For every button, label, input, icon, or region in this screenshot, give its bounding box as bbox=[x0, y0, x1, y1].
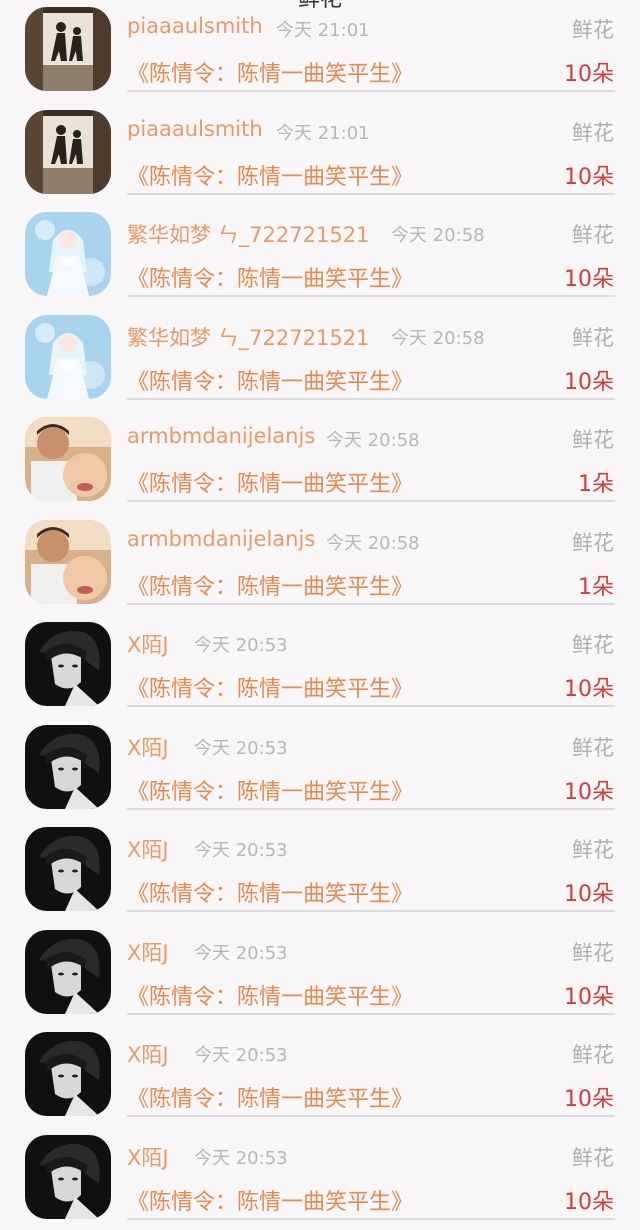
timestamp: 今天 21:01 bbox=[276, 119, 370, 145]
flower-count: 10朵 bbox=[564, 1081, 614, 1113]
divider bbox=[127, 295, 615, 297]
divider bbox=[127, 603, 615, 605]
list-item[interactable]: X陌J 今天 20:53 鲜花 《陈情令：陈情一曲笑平生》 10朵 bbox=[0, 1128, 640, 1230]
divider bbox=[127, 1115, 615, 1117]
gift-type-label: 鲜花 bbox=[572, 834, 614, 864]
list-item[interactable]: piaaaulsmith 今天 21:01 鲜花 《陈情令：陈情一曲笑平生》 1… bbox=[0, 103, 640, 206]
list-item[interactable]: 繁华如梦 ㄣ_722721521 今天 20:58 鲜花 《陈情令：陈情一曲笑平… bbox=[0, 205, 640, 308]
timestamp: 今天 20:53 bbox=[194, 631, 288, 657]
timestamp: 今天 20:53 bbox=[194, 836, 288, 862]
user-name[interactable]: 繁华如梦 ㄣ_722721521 bbox=[127, 219, 369, 249]
list-item[interactable]: X陌J 今天 20:53 鲜花 《陈情令：陈情一曲笑平生》 10朵 bbox=[0, 615, 640, 718]
user-name[interactable]: X陌J bbox=[127, 1142, 169, 1172]
gift-type-label: 鲜花 bbox=[572, 527, 614, 557]
divider bbox=[127, 90, 615, 92]
user-name[interactable]: 繁华如梦 ㄣ_722721521 bbox=[127, 322, 369, 352]
gift-type-label: 鲜花 bbox=[572, 1142, 614, 1172]
divider bbox=[127, 398, 615, 400]
timestamp: 今天 20:53 bbox=[194, 734, 288, 760]
list-item[interactable]: armbmdanijelanjs 今天 20:58 鲜花 《陈情令：陈情一曲笑平… bbox=[0, 513, 640, 616]
flower-count: 10朵 bbox=[564, 1184, 614, 1216]
gift-type-label: 鲜花 bbox=[572, 219, 614, 249]
divider bbox=[127, 705, 615, 707]
timestamp: 今天 20:58 bbox=[391, 221, 485, 247]
user-name[interactable]: X陌J bbox=[127, 834, 169, 864]
flower-count: 10朵 bbox=[564, 159, 614, 191]
user-name[interactable]: armbmdanijelanjs bbox=[127, 424, 315, 448]
list-item[interactable]: armbmdanijelanjs 今天 20:58 鲜花 《陈情令：陈情一曲笑平… bbox=[0, 410, 640, 513]
list-item[interactable]: X陌J 今天 20:53 鲜花 《陈情令：陈情一曲笑平生》 10朵 bbox=[0, 923, 640, 1026]
divider bbox=[127, 1013, 615, 1015]
timestamp: 今天 21:01 bbox=[276, 16, 370, 42]
book-title[interactable]: 《陈情令：陈情一曲笑平生》 bbox=[127, 671, 413, 703]
gift-type-label: 鲜花 bbox=[572, 322, 614, 352]
gift-type-label: 鲜花 bbox=[572, 937, 614, 967]
book-title[interactable]: 《陈情令：陈情一曲笑平生》 bbox=[127, 466, 413, 498]
divider bbox=[127, 808, 615, 810]
book-title[interactable]: 《陈情令：陈情一曲笑平生》 bbox=[127, 1081, 413, 1113]
gift-type-label: 鲜花 bbox=[572, 14, 614, 44]
avatar[interactable] bbox=[25, 417, 111, 501]
user-name[interactable]: X陌J bbox=[127, 1039, 169, 1069]
user-name[interactable]: X陌J bbox=[127, 937, 169, 967]
book-title[interactable]: 《陈情令：陈情一曲笑平生》 bbox=[127, 569, 413, 601]
book-title[interactable]: 《陈情令：陈情一曲笑平生》 bbox=[127, 56, 413, 88]
book-title[interactable]: 《陈情令：陈情一曲笑平生》 bbox=[127, 876, 413, 908]
user-name[interactable]: piaaaulsmith bbox=[127, 14, 263, 38]
avatar[interactable] bbox=[25, 110, 111, 194]
gift-type-label: 鲜花 bbox=[572, 732, 614, 762]
book-title[interactable]: 《陈情令：陈情一曲笑平生》 bbox=[127, 159, 413, 191]
avatar[interactable] bbox=[25, 622, 111, 706]
avatar[interactable] bbox=[25, 212, 111, 296]
flower-count: 10朵 bbox=[564, 876, 614, 908]
gift-type-label: 鲜花 bbox=[572, 424, 614, 454]
avatar[interactable] bbox=[25, 1032, 111, 1116]
user-name[interactable]: armbmdanijelanjs bbox=[127, 527, 315, 551]
gift-type-label: 鲜花 bbox=[572, 1039, 614, 1069]
divider bbox=[127, 500, 615, 502]
timestamp: 今天 20:58 bbox=[391, 324, 485, 350]
divider bbox=[127, 193, 615, 195]
avatar[interactable] bbox=[25, 315, 111, 399]
flower-count: 10朵 bbox=[564, 671, 614, 703]
flower-count: 10朵 bbox=[564, 56, 614, 88]
list-item[interactable]: X陌J 今天 20:53 鲜花 《陈情令：陈情一曲笑平生》 10朵 bbox=[0, 1025, 640, 1128]
user-name[interactable]: X陌J bbox=[127, 732, 169, 762]
avatar[interactable] bbox=[25, 1135, 111, 1219]
flower-count: 1朵 bbox=[578, 569, 614, 601]
flower-count: 1朵 bbox=[578, 466, 614, 498]
timestamp: 今天 20:53 bbox=[194, 1144, 288, 1170]
avatar[interactable] bbox=[25, 930, 111, 1014]
book-title[interactable]: 《陈情令：陈情一曲笑平生》 bbox=[127, 364, 413, 396]
list-item[interactable]: X陌J 今天 20:53 鲜花 《陈情令：陈情一曲笑平生》 10朵 bbox=[0, 820, 640, 923]
timestamp: 今天 20:58 bbox=[326, 426, 420, 452]
flower-count: 10朵 bbox=[564, 979, 614, 1011]
divider bbox=[127, 910, 615, 912]
book-title[interactable]: 《陈情令：陈情一曲笑平生》 bbox=[127, 1184, 413, 1216]
timestamp: 今天 20:58 bbox=[326, 529, 420, 555]
list-item[interactable]: X陌J 今天 20:53 鲜花 《陈情令：陈情一曲笑平生》 10朵 bbox=[0, 718, 640, 821]
flower-count: 10朵 bbox=[564, 364, 614, 396]
list-item[interactable]: piaaaulsmith 今天 21:01 鲜花 《陈情令：陈情一曲笑平生》 1… bbox=[0, 0, 640, 103]
user-name[interactable]: X陌J bbox=[127, 629, 169, 659]
timestamp: 今天 20:53 bbox=[194, 939, 288, 965]
avatar[interactable] bbox=[25, 520, 111, 604]
list-item[interactable]: 繁华如梦 ㄣ_722721521 今天 20:58 鲜花 《陈情令：陈情一曲笑平… bbox=[0, 308, 640, 411]
avatar[interactable] bbox=[25, 827, 111, 911]
flower-count: 10朵 bbox=[564, 261, 614, 293]
avatar[interactable] bbox=[25, 7, 111, 91]
book-title[interactable]: 《陈情令：陈情一曲笑平生》 bbox=[127, 979, 413, 1011]
gift-list: piaaaulsmith 今天 21:01 鲜花 《陈情令：陈情一曲笑平生》 1… bbox=[0, 0, 640, 1230]
user-name[interactable]: piaaaulsmith bbox=[127, 117, 263, 141]
gift-type-label: 鲜花 bbox=[572, 629, 614, 659]
flower-count: 10朵 bbox=[564, 774, 614, 806]
timestamp: 今天 20:53 bbox=[194, 1041, 288, 1067]
gift-type-label: 鲜花 bbox=[572, 117, 614, 147]
avatar[interactable] bbox=[25, 725, 111, 809]
book-title[interactable]: 《陈情令：陈情一曲笑平生》 bbox=[127, 261, 413, 293]
book-title[interactable]: 《陈情令：陈情一曲笑平生》 bbox=[127, 774, 413, 806]
